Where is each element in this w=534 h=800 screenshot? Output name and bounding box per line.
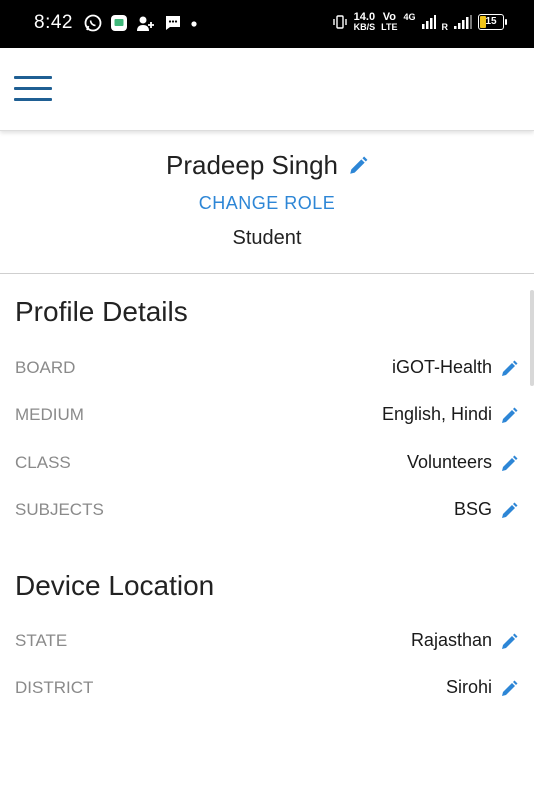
- volte-indicator: Vo LTE: [381, 12, 397, 32]
- system-icons: 14.0 KB/S Vo LTE 4G R 15: [332, 12, 507, 32]
- state-value: Rajasthan: [410, 630, 492, 650]
- district-value: Sirohi: [445, 677, 492, 697]
- class-value: Volunteers: [406, 452, 492, 472]
- roaming-indicator: R: [441, 22, 449, 32]
- dot-icon: [191, 21, 197, 27]
- district-row: DISTRICT Sirohi: [0, 674, 534, 704]
- subjects-label: SUBJECTS: [15, 500, 104, 519]
- speed-unit: KB/S: [353, 22, 376, 32]
- edit-medium-button[interactable]: [500, 407, 518, 425]
- pencil-icon: [502, 360, 518, 376]
- subjects-value: BSG: [453, 499, 492, 519]
- message-icon: [166, 16, 180, 30]
- status-time: 8:42: [34, 12, 73, 33]
- edit-subjects-button[interactable]: [500, 502, 518, 520]
- board-value: iGOT-Health: [391, 357, 492, 377]
- state-row: STATE Rajasthan: [0, 627, 534, 657]
- battery-icon: 15: [478, 14, 507, 30]
- district-label: DISTRICT: [15, 678, 94, 697]
- profile-header: Pradeep Singh CHANGE ROLE Student: [0, 132, 534, 274]
- vibrate-icon: [332, 15, 347, 29]
- app-bar: [0, 48, 534, 131]
- volte-bottom: LTE: [381, 22, 398, 32]
- profile-details-title: Profile Details: [15, 296, 188, 327]
- signal-icon-2: [454, 15, 472, 29]
- notification-icons: [84, 14, 198, 32]
- battery-level: 15: [485, 16, 497, 27]
- medium-label: MEDIUM: [15, 405, 84, 424]
- class-label: CLASS: [15, 453, 71, 472]
- profile-name: Pradeep Singh: [165, 150, 339, 180]
- device-location-title: Device Location: [15, 570, 215, 601]
- state-label: STATE: [15, 631, 68, 650]
- medium-value: English, Hindi: [381, 404, 492, 424]
- network-type: 4G: [403, 12, 416, 22]
- profile-name-row: Pradeep Singh: [0, 150, 534, 181]
- scrollbar-thumb[interactable]: [530, 290, 534, 386]
- edit-class-button[interactable]: [500, 455, 518, 473]
- edit-board-button[interactable]: [500, 360, 518, 378]
- class-row: CLASS Volunteers: [0, 449, 534, 479]
- pencil-icon: [502, 680, 518, 696]
- edit-name-pencil-icon[interactable]: [348, 156, 368, 176]
- signal-icon: [421, 15, 436, 29]
- board-row: BOARD iGOT-Health: [0, 354, 534, 384]
- change-role-link[interactable]: CHANGE ROLE: [0, 193, 534, 214]
- profile-role: Student: [232, 227, 302, 249]
- board-label: BOARD: [15, 358, 76, 377]
- pencil-icon: [502, 455, 518, 471]
- pencil-icon: [502, 633, 518, 649]
- chat-app-icon: [111, 15, 127, 31]
- whatsapp-icon: [84, 14, 102, 32]
- add-person-icon: [137, 16, 154, 31]
- pencil-icon: [502, 502, 518, 518]
- medium-row: MEDIUM English, Hindi: [0, 401, 534, 431]
- pencil-icon: [502, 407, 518, 423]
- edit-state-button[interactable]: [500, 633, 518, 651]
- status-bar: 8:42 14.0 KB/S Vo LTE 4G R 15: [0, 0, 534, 48]
- network-speed: 14.0 KB/S: [354, 12, 376, 32]
- hamburger-menu-icon[interactable]: [14, 76, 52, 102]
- edit-district-button[interactable]: [500, 680, 518, 698]
- subjects-row: SUBJECTS BSG: [0, 496, 534, 526]
